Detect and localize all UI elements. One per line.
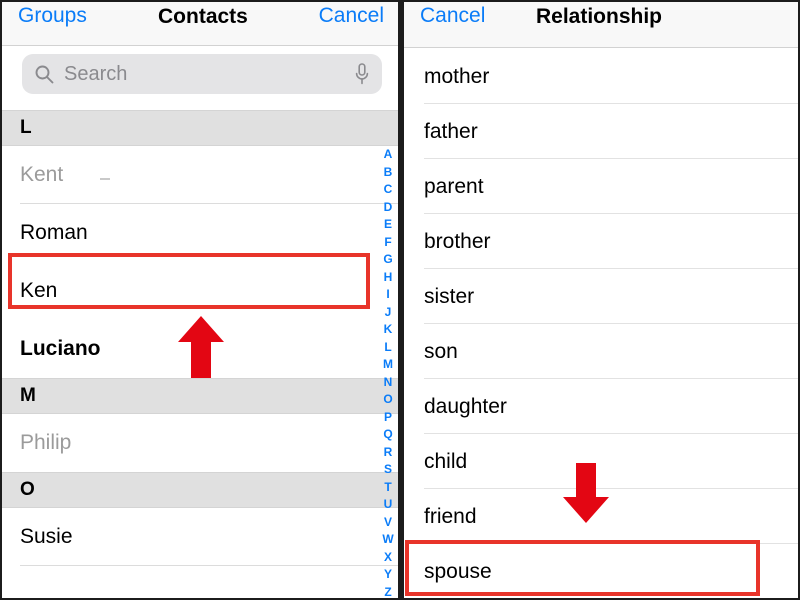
- microphone-icon[interactable]: [355, 63, 369, 85]
- relationship-option-father[interactable]: father: [404, 104, 798, 159]
- index-letter-m[interactable]: M: [383, 358, 393, 370]
- search-icon: [34, 64, 54, 84]
- relationship-option-label: friend: [424, 504, 477, 528]
- index-letter-h[interactable]: H: [384, 271, 393, 283]
- index-letter-d[interactable]: D: [384, 201, 393, 213]
- contacts-panel: Groups Contacts Cancel Search L Kent Rom…: [2, 2, 398, 598]
- index-letter-y[interactable]: Y: [384, 568, 392, 580]
- up-arrow-annotation: [178, 316, 224, 378]
- search-field[interactable]: Search: [22, 54, 382, 94]
- index-letter-p[interactable]: P: [384, 411, 392, 423]
- index-letter-q[interactable]: Q: [383, 428, 392, 440]
- index-letter-r[interactable]: R: [384, 446, 393, 458]
- panel-divider: [398, 0, 404, 600]
- index-letter-v[interactable]: V: [384, 516, 392, 528]
- contact-row-philip[interactable]: Philip: [2, 414, 398, 472]
- groups-back-button[interactable]: Groups: [18, 5, 87, 26]
- contact-row-roman[interactable]: Roman: [2, 204, 398, 262]
- contact-row-ken[interactable]: Ken: [2, 262, 398, 320]
- index-letter-u[interactable]: U: [384, 498, 393, 510]
- relationship-option-label: parent: [424, 174, 484, 198]
- relationship-option-mother[interactable]: mother: [404, 49, 798, 104]
- relationship-option-label: father: [424, 119, 478, 143]
- index-letter-x[interactable]: X: [384, 551, 392, 563]
- kent-dash-artifact: [100, 178, 110, 180]
- relationship-option-label: daughter: [424, 394, 507, 418]
- contact-name: Luciano: [20, 337, 101, 360]
- relationship-option-label: spouse: [424, 559, 492, 583]
- section-header-o: O: [2, 472, 398, 508]
- index-letter-k[interactable]: K: [384, 323, 393, 335]
- index-letter-s[interactable]: S: [384, 463, 392, 475]
- contact-name: Roman: [20, 221, 88, 244]
- contacts-search-bar[interactable]: Search: [22, 54, 382, 94]
- screenshot-root: Groups Contacts Cancel Search L Kent Rom…: [0, 0, 800, 600]
- contact-name: Kent: [20, 163, 64, 186]
- index-letter-g[interactable]: G: [383, 253, 392, 265]
- relationship-option-brother[interactable]: brother: [404, 214, 798, 269]
- relationship-option-label: child: [424, 449, 468, 473]
- relationship-option-sister[interactable]: sister: [404, 269, 798, 324]
- contact-row-susie[interactable]: Susie: [2, 508, 398, 566]
- relationship-option-spouse[interactable]: spouse: [404, 544, 798, 598]
- down-arrow-annotation: [563, 463, 609, 523]
- contact-name: Ken: [20, 279, 58, 302]
- index-letter-z[interactable]: Z: [384, 586, 391, 598]
- index-letter-t[interactable]: T: [384, 481, 391, 493]
- relationship-title: Relationship: [536, 5, 663, 28]
- index-letter-n[interactable]: N: [384, 376, 393, 388]
- index-letter-w[interactable]: W: [382, 533, 393, 545]
- section-header-m: M: [2, 378, 398, 414]
- contacts-title: Contacts: [158, 5, 248, 28]
- index-letter-o[interactable]: O: [383, 393, 392, 405]
- relationship-option-parent[interactable]: parent: [404, 159, 798, 214]
- relationship-option-daughter[interactable]: daughter: [404, 379, 798, 434]
- alphabet-index-scrubber[interactable]: ABCDEFGHIJKLMNOPQRSTUVWXYZ: [380, 148, 396, 598]
- index-letter-c[interactable]: C: [384, 183, 393, 195]
- contact-name: Philip: [20, 431, 72, 454]
- relationship-option-label: son: [424, 339, 458, 363]
- contact-row-kent[interactable]: Kent: [2, 146, 398, 204]
- contacts-navbar: Groups Contacts Cancel: [2, 2, 398, 46]
- index-letter-b[interactable]: B: [384, 166, 393, 178]
- relationship-option-label: mother: [424, 64, 490, 88]
- relationship-navbar: Cancel Relationship: [404, 2, 798, 48]
- relationship-option-label: sister: [424, 284, 475, 308]
- index-letter-e[interactable]: E: [384, 218, 392, 230]
- contact-name: Susie: [20, 525, 73, 548]
- index-letter-i[interactable]: I: [386, 288, 389, 300]
- index-letter-j[interactable]: J: [385, 306, 392, 318]
- index-letter-a[interactable]: A: [384, 148, 393, 160]
- contacts-cancel-button[interactable]: Cancel: [319, 5, 384, 26]
- relationship-cancel-button[interactable]: Cancel: [420, 5, 485, 26]
- search-placeholder: Search: [64, 63, 128, 85]
- relationship-option-son[interactable]: son: [404, 324, 798, 379]
- section-header-l: L: [2, 110, 398, 146]
- relationship-option-label: brother: [424, 229, 491, 253]
- index-letter-f[interactable]: F: [384, 236, 391, 248]
- index-letter-l[interactable]: L: [384, 341, 391, 353]
